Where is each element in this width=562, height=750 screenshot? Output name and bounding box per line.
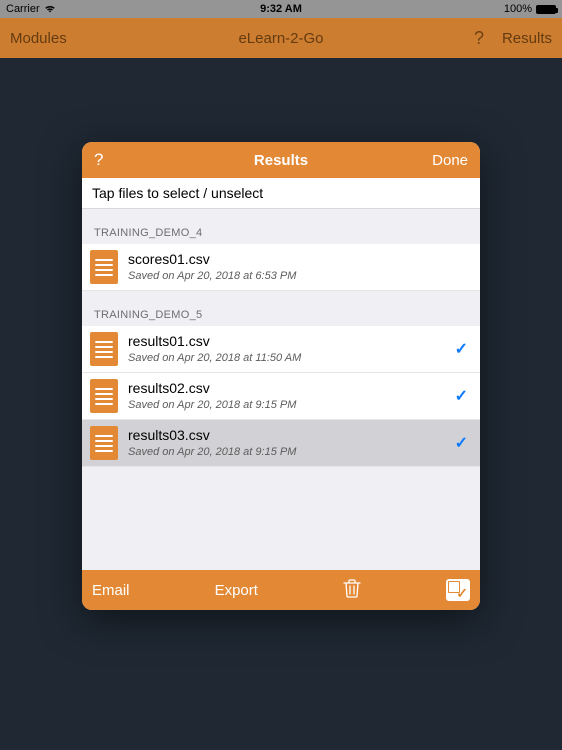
status-left: Carrier — [6, 3, 56, 15]
checkmark-icon: ✓ — [455, 433, 468, 453]
modal-help-icon[interactable]: ? — [94, 150, 103, 170]
file-subtitle: Saved on Apr 20, 2018 at 11:50 AM — [128, 351, 447, 365]
file-row[interactable]: scores01.csv Saved on Apr 20, 2018 at 6:… — [82, 244, 480, 291]
modal-header: ? Results Done — [82, 142, 480, 178]
section-header: TRAINING_DEMO_5 — [82, 291, 480, 326]
battery-pct: 100% — [504, 3, 532, 15]
file-name: results01.csv — [128, 333, 447, 350]
select-all-button[interactable] — [446, 579, 470, 601]
delete-button[interactable] — [343, 578, 361, 602]
app-title: eLearn-2-Go — [238, 30, 323, 47]
results-modal: ? Results Done Tap files to select / uns… — [82, 142, 480, 610]
wifi-icon — [44, 4, 56, 14]
file-row[interactable]: results02.csv Saved on Apr 20, 2018 at 9… — [82, 373, 480, 420]
status-right: 100% — [504, 3, 556, 15]
status-time: 9:32 AM — [260, 3, 302, 15]
modal-title: Results — [254, 152, 308, 169]
file-row[interactable]: results01.csv Saved on Apr 20, 2018 at 1… — [82, 326, 480, 373]
file-list[interactable]: TRAINING_DEMO_4 scores01.csv Saved on Ap… — [82, 209, 480, 570]
main-navbar: Modules eLearn-2-Go ? Results — [0, 18, 562, 58]
file-subtitle: Saved on Apr 20, 2018 at 9:15 PM — [128, 398, 447, 412]
file-name: scores01.csv — [128, 251, 468, 268]
email-button[interactable]: Email — [92, 582, 130, 599]
file-subtitle: Saved on Apr 20, 2018 at 9:15 PM — [128, 445, 447, 459]
file-subtitle: Saved on Apr 20, 2018 at 6:53 PM — [128, 269, 468, 283]
trash-icon — [343, 578, 361, 598]
file-name: results03.csv — [128, 427, 447, 444]
modal-footer: Email Export — [82, 570, 480, 610]
help-icon[interactable]: ? — [474, 28, 484, 49]
checkmark-icon: ✓ — [455, 386, 468, 406]
document-icon — [90, 426, 118, 460]
status-bar: Carrier 9:32 AM 100% — [0, 0, 562, 18]
file-row[interactable]: results03.csv Saved on Apr 20, 2018 at 9… — [82, 420, 480, 467]
battery-icon — [536, 5, 556, 14]
document-icon — [90, 379, 118, 413]
nav-modules-button[interactable]: Modules — [10, 30, 67, 47]
document-icon — [90, 332, 118, 366]
checkmark-icon: ✓ — [455, 339, 468, 359]
file-name: results02.csv — [128, 380, 447, 397]
section-header: TRAINING_DEMO_4 — [82, 209, 480, 244]
document-icon — [90, 250, 118, 284]
done-button[interactable]: Done — [432, 152, 468, 169]
carrier-label: Carrier — [6, 3, 40, 15]
export-button[interactable]: Export — [215, 582, 258, 599]
instruction-label: Tap files to select / unselect — [82, 178, 480, 209]
nav-results-button[interactable]: Results — [502, 30, 552, 47]
